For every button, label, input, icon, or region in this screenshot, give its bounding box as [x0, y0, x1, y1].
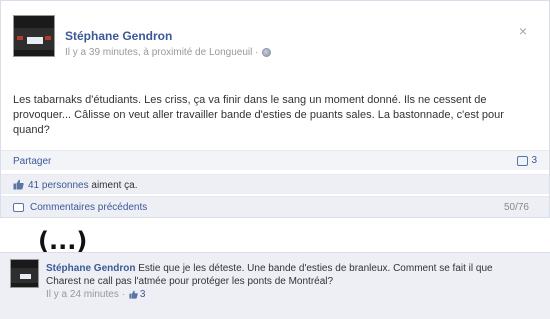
comment-author-name[interactable]: Stéphane Gendron [46, 263, 135, 274]
comment-bubble-icon [13, 203, 24, 212]
post-action-bar: Partager 3 [1, 150, 549, 170]
avatar-license-plate [20, 274, 31, 279]
post-author-name[interactable]: Stéphane Gendron [65, 29, 172, 43]
share-count-value: 3 [531, 155, 537, 166]
comment-text: Stéphane Gendron Estie que je les détest… [46, 262, 526, 288]
post-timestamp-location: Il y a 39 minutes, à proximité de Longue… [65, 47, 259, 58]
likes-people-link[interactable]: 41 personnes [28, 180, 89, 191]
globe-icon [262, 48, 272, 57]
likes-suffix: aiment ça. [88, 180, 138, 191]
comment-timestamp: Il y a 24 minutes · [46, 289, 125, 300]
post-meta: Il y a 39 minutes, à proximité de Longue… [65, 47, 272, 58]
avatar-taillight-right [45, 36, 51, 40]
post-body-text: Les tabarnaks d'étudiants. Les criss, ça… [13, 94, 504, 136]
previous-comments-row: Commentaires précédents 50/76 [1, 196, 549, 217]
comment-item: Stéphane Gendron Estie que je les détest… [0, 252, 550, 319]
comments-count: 50/76 [503, 202, 529, 213]
author-avatar[interactable] [13, 15, 55, 57]
close-icon[interactable]: × [519, 23, 527, 39]
share-icon [517, 155, 529, 166]
likes-text: 41 personnes aiment ça. [28, 180, 138, 191]
share-count[interactable]: 3 [517, 155, 537, 166]
comment-author-avatar[interactable] [10, 259, 39, 288]
likes-row: 41 personnes aiment ça. [1, 174, 549, 194]
thumb-up-icon [129, 290, 138, 299]
previous-comments-link[interactable]: Commentaires précédents [30, 202, 147, 213]
thumb-up-icon [13, 179, 24, 190]
post-header: Stéphane Gendron Il y a 39 minutes, à pr… [1, 1, 549, 73]
post-card: Stéphane Gendron Il y a 39 minutes, à pr… [0, 0, 550, 218]
avatar-taillight-left [17, 36, 23, 40]
avatar-license-plate [27, 37, 43, 44]
share-button[interactable]: Partager [13, 156, 51, 167]
comment-like-count[interactable]: 3 [129, 289, 146, 300]
comment-meta: Il y a 24 minutes · 3 [46, 289, 145, 300]
comment-like-value: 3 [139, 289, 146, 300]
omission-separator: (...) [38, 227, 88, 255]
